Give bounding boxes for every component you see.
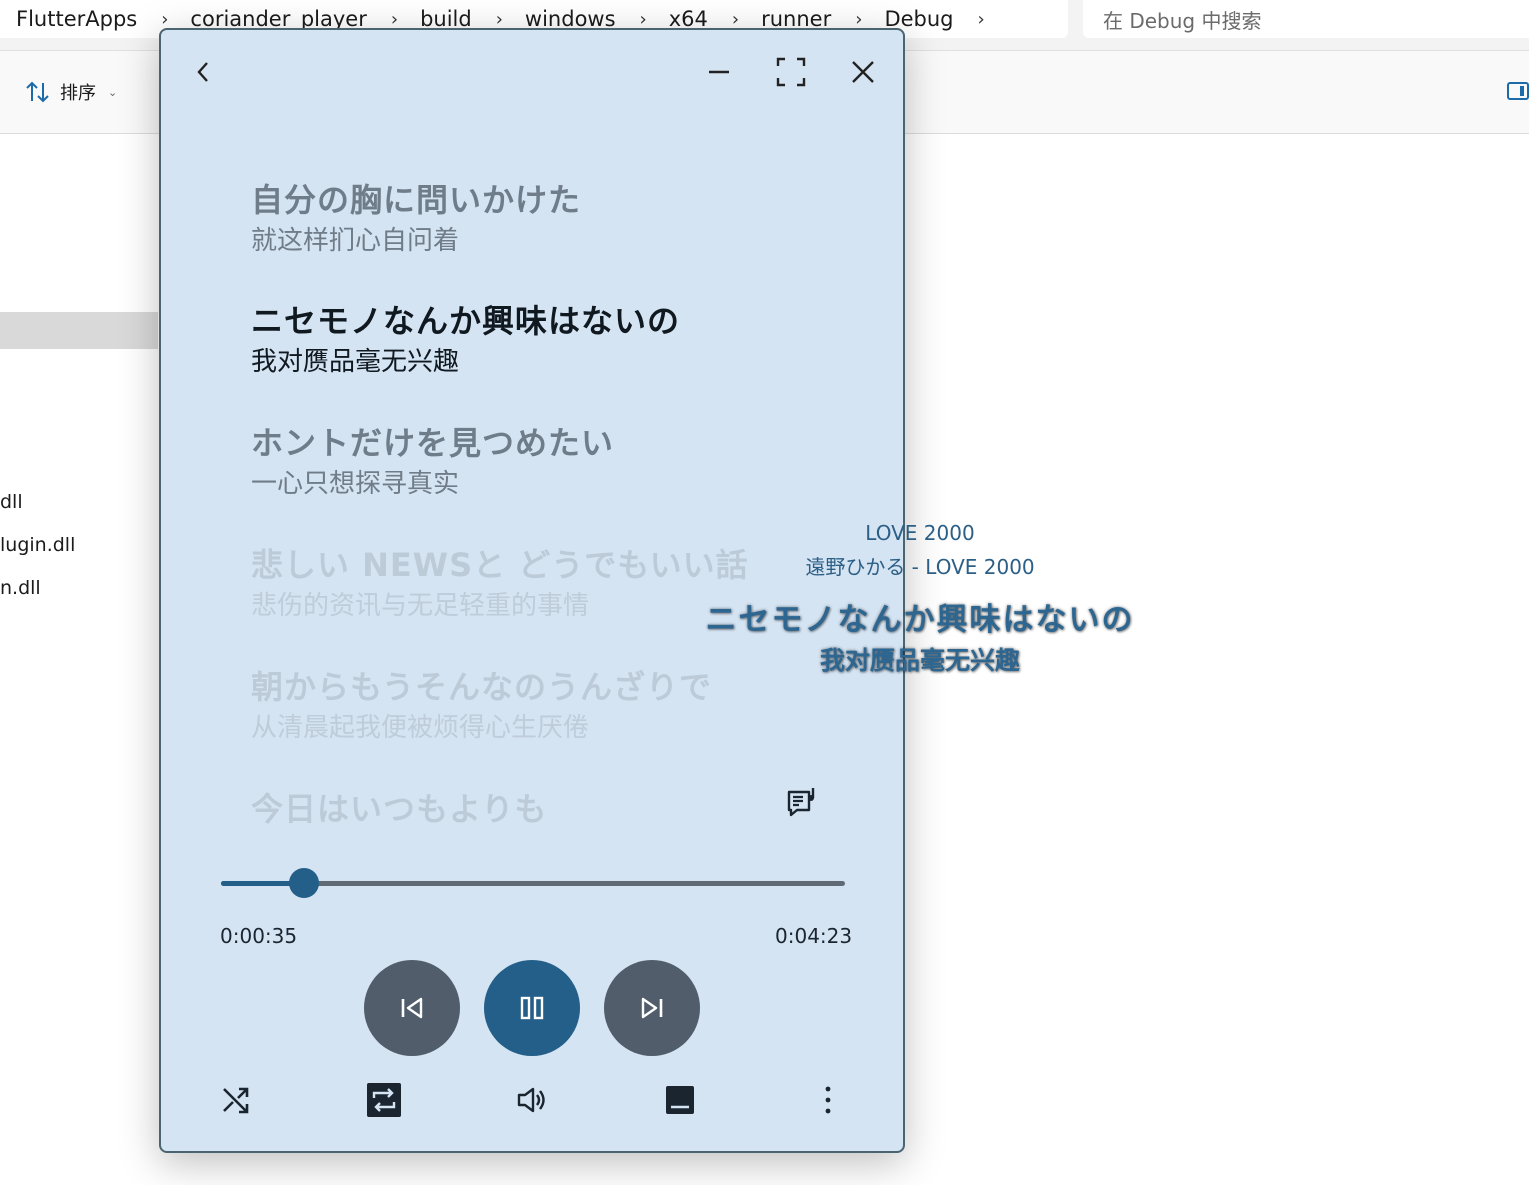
more-options-button[interactable] xyxy=(808,1080,848,1120)
lyric-text: 自分の胸に問いかけた xyxy=(251,181,582,219)
fullscreen-icon xyxy=(776,57,806,87)
lyric-translation: 从清晨起我便被烦得心生厌倦 xyxy=(251,713,590,743)
total-duration: 0:04:23 xyxy=(775,924,853,948)
sort-icon xyxy=(26,81,49,103)
lyric-text: 悲しい NEWSと どうでもいい話 xyxy=(251,546,749,584)
chevron-right-icon[interactable]: › xyxy=(616,9,647,30)
volume-icon xyxy=(517,1087,545,1113)
minimize-icon xyxy=(709,70,729,74)
shuffle-button[interactable] xyxy=(216,1080,256,1120)
shuffle-icon xyxy=(223,1087,249,1114)
lyric-line[interactable]: 自分の胸に問いかけた 就这样扪心自问着 xyxy=(251,180,581,260)
lyric-translation: 一心只想探寻真实 xyxy=(251,469,460,499)
volume-button[interactable] xyxy=(512,1080,552,1120)
lyric-line-current[interactable]: ニセモノなんか興味はないの 我对赝品毫无兴趣 xyxy=(251,301,680,381)
sort-label: 排序 xyxy=(60,83,96,104)
sort-button[interactable]: 排序 ⌄ xyxy=(26,79,117,105)
desktop-lyric-artist-title: 遠野ひかる - LOVE 2000 xyxy=(805,555,1035,579)
chevron-right-icon[interactable]: › xyxy=(831,9,862,30)
file-item[interactable]: n.dll xyxy=(0,577,41,599)
lyric-text: 朝からもうそんなのうんざりで xyxy=(251,668,713,706)
desktop-lyric-title: LOVE 2000 xyxy=(865,521,975,545)
lyric-line[interactable]: ホントだけを見つめたい 一心只想探寻真实 xyxy=(251,423,614,503)
close-button[interactable] xyxy=(845,54,881,90)
close-icon xyxy=(852,61,874,83)
selected-file-row[interactable] xyxy=(0,312,158,349)
more-vertical-icon xyxy=(825,1086,831,1114)
lyric-line[interactable]: 今日はいつもよりも xyxy=(251,789,547,829)
chevron-down-icon: ⌄ xyxy=(108,85,118,99)
lyrics-icon xyxy=(787,788,815,817)
breadcrumb-item-flutterapps[interactable]: FlutterApps xyxy=(0,7,137,31)
chevron-right-icon[interactable]: › xyxy=(472,9,503,30)
chevron-right-icon[interactable]: › xyxy=(708,9,739,30)
lyric-line[interactable]: 悲しい NEWSと どうでもいい話 悲伤的资讯与无足轻重的事情 xyxy=(251,545,749,625)
skip-next-icon xyxy=(641,997,663,1019)
minimize-button[interactable] xyxy=(701,54,737,90)
chevron-left-icon xyxy=(197,62,208,82)
previous-button[interactable] xyxy=(364,960,460,1056)
current-time: 0:00:35 xyxy=(220,924,298,948)
player-window: 自分の胸に問いかけた 就这样扪心自问着 ニセモノなんか興味はないの 我对赝品毫无… xyxy=(159,28,905,1153)
progress-slider-thumb[interactable] xyxy=(288,868,319,898)
details-pane-icon[interactable] xyxy=(1507,82,1529,100)
lyric-translation: 就这样扪心自问着 xyxy=(251,226,460,256)
chevron-right-icon[interactable]: › xyxy=(137,9,168,30)
file-item[interactable]: lugin.dll xyxy=(0,534,75,556)
next-button[interactable] xyxy=(604,960,700,1056)
pause-button[interactable] xyxy=(484,960,580,1056)
lyric-line[interactable]: 朝からもうそんなのうんざりで 从清晨起我便被烦得心生厌倦 xyxy=(251,667,712,747)
skip-previous-icon xyxy=(401,997,423,1019)
back-button[interactable] xyxy=(185,54,221,90)
lyric-translation: 悲伤的资讯与无足轻重的事情 xyxy=(251,591,590,621)
repeat-mode-button[interactable] xyxy=(364,1080,404,1120)
search-input[interactable]: 在 Debug 中搜索 xyxy=(1083,0,1529,38)
chevron-right-icon[interactable]: › xyxy=(367,9,398,30)
chevron-right-icon[interactable]: › xyxy=(954,9,985,30)
desktop-lyric-line[interactable]: ニセモノなんか興味はないの xyxy=(700,594,1140,639)
lyric-translation: 我对赝品毫无兴趣 xyxy=(251,347,460,377)
desktop-lyric-toggle-button[interactable] xyxy=(783,782,823,822)
pause-icon xyxy=(520,996,544,1020)
progress-slider[interactable] xyxy=(221,868,845,898)
fullscreen-button[interactable] xyxy=(773,54,809,90)
lyric-text: ホントだけを見つめたい xyxy=(251,424,615,462)
mini-player-button[interactable] xyxy=(660,1080,700,1120)
desktop-lyric-translation: 我对赝品毫无兴趣 xyxy=(819,646,1020,675)
mini-player-icon xyxy=(666,1086,694,1114)
file-item[interactable]: dll xyxy=(0,491,23,513)
repeat-icon xyxy=(367,1083,401,1117)
lyric-text: 今日はいつもよりも xyxy=(251,790,548,828)
lyric-text: ニセモノなんか興味はないの xyxy=(251,302,681,340)
